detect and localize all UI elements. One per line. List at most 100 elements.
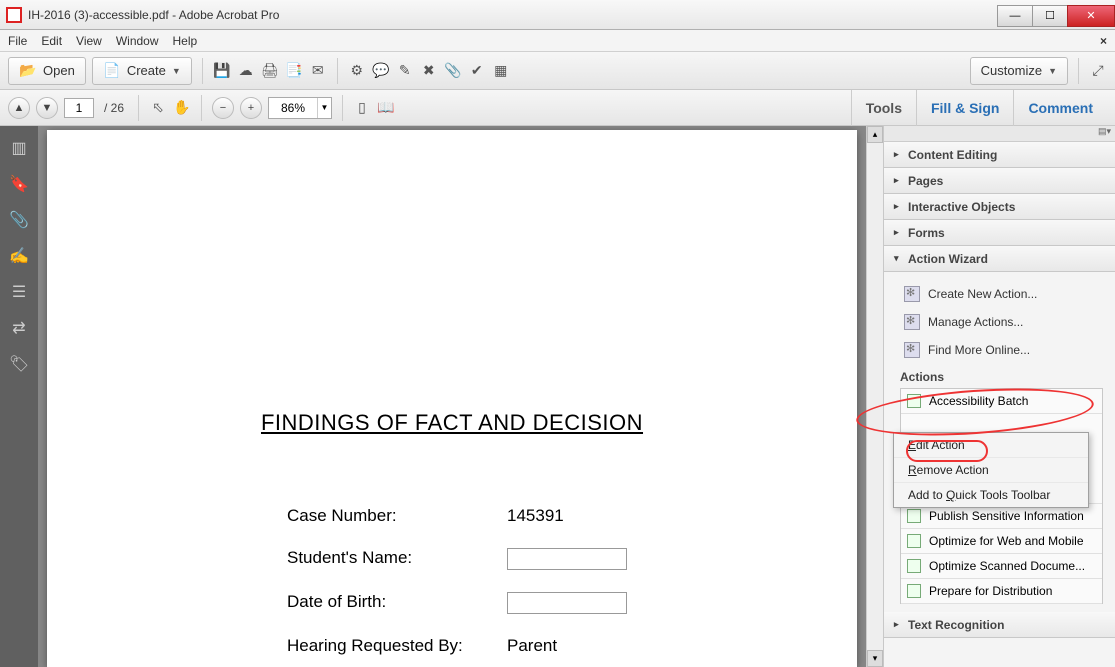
minimize-button[interactable]: — bbox=[997, 5, 1033, 27]
open-label: Open bbox=[43, 63, 75, 78]
field-row-hearing-requested: Hearing Requested By: Parent bbox=[287, 636, 797, 656]
action-optimize-web[interactable]: Optimize for Web and Mobile bbox=[901, 529, 1102, 554]
section-forms[interactable]: ▸Forms bbox=[884, 220, 1115, 246]
section-action-wizard[interactable]: ▾Action Wizard bbox=[884, 246, 1115, 272]
close-button[interactable]: ✕ bbox=[1067, 5, 1115, 27]
tab-tools[interactable]: Tools bbox=[851, 90, 916, 126]
section-text-recognition[interactable]: ▸Text Recognition bbox=[884, 612, 1115, 638]
bookmarks-icon[interactable]: 🔖 bbox=[9, 174, 29, 194]
menu-bar: File Edit View Window Help × bbox=[0, 30, 1115, 52]
nav-pane-strip: ▥ 🔖 📎 ✍ ☰ ⇄ 🏷 bbox=[0, 126, 38, 667]
create-new-action-link[interactable]: Create New Action... bbox=[900, 280, 1115, 308]
print-icon[interactable]: 🖨 bbox=[261, 62, 279, 80]
cm-addquick-rest: uick Tools Toolbar bbox=[955, 488, 1050, 502]
comment-bubble-icon[interactable]: 💬 bbox=[372, 62, 390, 80]
toolbar-separator bbox=[337, 58, 338, 84]
open-button[interactable]: 📂 Open bbox=[8, 57, 86, 85]
fullscreen-icon[interactable]: ⤢ bbox=[1089, 62, 1107, 80]
signatures-icon[interactable]: ✍ bbox=[9, 246, 29, 266]
thumbnails-icon[interactable]: ▥ bbox=[9, 138, 29, 158]
customize-button[interactable]: Customize ▼ bbox=[970, 57, 1068, 85]
save-icon[interactable]: 💾 bbox=[213, 62, 231, 80]
vertical-scrollbar[interactable]: ▴ ▾ bbox=[866, 126, 883, 667]
action-accessibility-batch[interactable]: Accessibility Batch bbox=[901, 389, 1102, 414]
prev-page-button[interactable]: ▲ bbox=[8, 97, 30, 119]
maximize-button[interactable]: ☐ bbox=[1032, 5, 1068, 27]
toolbar-separator bbox=[1078, 58, 1079, 84]
zoom-out-button[interactable]: − bbox=[212, 97, 234, 119]
hand-tool-icon[interactable]: ✋ bbox=[173, 99, 191, 117]
check-icon[interactable]: ✔ bbox=[468, 62, 486, 80]
document-fields: Case Number: 145391 Student's Name: Date… bbox=[287, 506, 797, 667]
read-mode-icon[interactable]: 📖 bbox=[377, 99, 395, 117]
action-prepare-distribution[interactable]: Prepare for Distribution bbox=[901, 579, 1102, 604]
mail-icon[interactable]: ✉ bbox=[309, 62, 327, 80]
create-button[interactable]: 📄 Create ▼ bbox=[92, 57, 192, 85]
field-row-dob: Date of Birth: bbox=[287, 592, 797, 614]
window-buttons: — ☐ ✕ bbox=[997, 3, 1115, 27]
manage-actions-link[interactable]: Manage Actions... bbox=[900, 308, 1115, 336]
caret-down-icon: ▾ bbox=[894, 253, 902, 264]
main-toolbar: 📂 Open 📄 Create ▼ 💾 ☁ 🖨 📑 ✉ ⚙ 💬 ✎ ✖ 📎 ✔ … bbox=[0, 52, 1115, 90]
delete-icon[interactable]: ✖ bbox=[420, 62, 438, 80]
content-icon[interactable]: ☰ bbox=[9, 282, 29, 302]
find-more-online-link[interactable]: Find More Online... bbox=[900, 336, 1115, 364]
attachments-icon[interactable]: 📎 bbox=[9, 210, 29, 230]
zoom-combo[interactable]: 86% ▼ bbox=[268, 97, 332, 119]
window-titlebar: IH-2016 (3)-accessible.pdf - Adobe Acrob… bbox=[0, 0, 1115, 30]
tags-icon[interactable]: 🏷 bbox=[9, 354, 29, 374]
zoom-in-button[interactable]: + bbox=[240, 97, 262, 119]
panel-options-icon[interactable]: ▤▾ bbox=[884, 126, 1115, 142]
cloud-upload-icon[interactable]: ☁ bbox=[237, 62, 255, 80]
document-pane[interactable]: FINDINGS OF FACT AND DECISION Case Numbe… bbox=[38, 126, 866, 667]
section-pages[interactable]: ▸Pages bbox=[884, 168, 1115, 194]
select-tool-icon[interactable]: ⬁ bbox=[149, 99, 167, 117]
section-content-editing[interactable]: ▸Content Editing bbox=[884, 142, 1115, 168]
caret-right-icon: ▸ bbox=[894, 201, 902, 212]
caret-right-icon: ▸ bbox=[894, 227, 902, 238]
tab-comment[interactable]: Comment bbox=[1013, 90, 1107, 126]
menu-file[interactable]: File bbox=[8, 34, 27, 48]
next-page-button[interactable]: ▼ bbox=[36, 97, 58, 119]
student-name-label: Student's Name: bbox=[287, 548, 507, 570]
student-name-input[interactable] bbox=[507, 548, 627, 570]
create-pdf-icon: 📄 bbox=[103, 62, 121, 80]
caret-right-icon: ▸ bbox=[894, 175, 902, 186]
nav-toolbar: ▲ ▼ / 26 ⬁ ✋ − + 86% ▼ ▯ 📖 Tools Fill & … bbox=[0, 90, 1115, 126]
gear-icon[interactable]: ⚙ bbox=[348, 62, 366, 80]
zoom-value[interactable]: 86% bbox=[269, 98, 317, 118]
form-icon[interactable]: ▦ bbox=[492, 62, 510, 80]
fit-page-icon[interactable]: ▯ bbox=[353, 99, 371, 117]
tools-panel: ▤▾ ▸Content Editing ▸Pages ▸Interactive … bbox=[883, 126, 1115, 667]
menu-window[interactable]: Window bbox=[116, 34, 159, 48]
action-context-menu: Edit Action Remove Action Add to Quick T… bbox=[893, 432, 1089, 508]
create-label: Create bbox=[127, 63, 166, 78]
toolbar-separator bbox=[138, 95, 139, 121]
context-remove-action[interactable]: Remove Action bbox=[894, 458, 1088, 483]
actions-label: Actions bbox=[900, 364, 1115, 388]
dob-input[interactable] bbox=[507, 592, 627, 614]
doc-share-icon[interactable]: 📑 bbox=[285, 62, 303, 80]
chevron-down-icon[interactable]: ▼ bbox=[317, 98, 331, 118]
action-optimize-scanned[interactable]: Optimize Scanned Docume... bbox=[901, 554, 1102, 579]
scroll-down-icon[interactable]: ▾ bbox=[867, 650, 883, 667]
toolbar-separator bbox=[202, 58, 203, 84]
context-add-quick-tools[interactable]: Add to Quick Tools Toolbar bbox=[894, 483, 1088, 507]
chevron-down-icon: ▼ bbox=[172, 66, 181, 76]
attach-icon[interactable]: 📎 bbox=[444, 62, 462, 80]
caret-right-icon: ▸ bbox=[894, 149, 902, 160]
action-item-icon bbox=[907, 559, 921, 573]
page-number-input[interactable] bbox=[64, 98, 94, 118]
caret-right-icon: ▸ bbox=[894, 619, 902, 630]
order-icon[interactable]: ⇄ bbox=[9, 318, 29, 338]
menu-edit[interactable]: Edit bbox=[41, 34, 62, 48]
menu-help[interactable]: Help bbox=[173, 34, 198, 48]
menu-view[interactable]: View bbox=[76, 34, 102, 48]
edit-text-icon[interactable]: ✎ bbox=[396, 62, 414, 80]
right-tabs: Tools Fill & Sign Comment bbox=[851, 90, 1107, 126]
context-edit-action[interactable]: Edit Action bbox=[894, 433, 1088, 458]
section-interactive-objects[interactable]: ▸Interactive Objects bbox=[884, 194, 1115, 220]
document-close-icon[interactable]: × bbox=[1100, 34, 1107, 48]
scroll-up-icon[interactable]: ▴ bbox=[867, 126, 883, 143]
tab-fill-sign[interactable]: Fill & Sign bbox=[916, 90, 1013, 126]
